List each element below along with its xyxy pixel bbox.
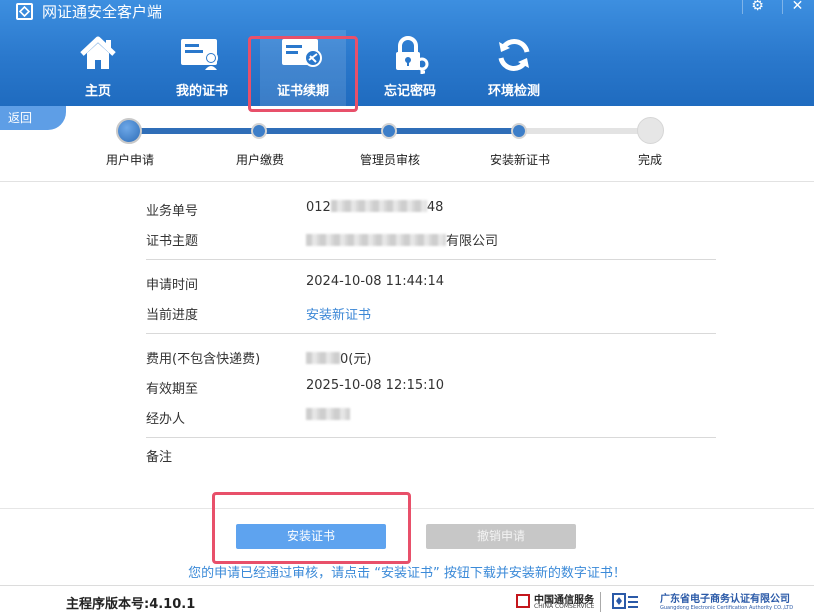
redacted-mask (306, 234, 446, 246)
handler-label: 经办人 (146, 412, 186, 427)
step-dot-pending (637, 117, 664, 144)
remark-label: 备注 (146, 450, 173, 465)
fee-label: 费用(不包含快递费) (146, 352, 261, 367)
nav-home[interactable]: 主页 (60, 30, 136, 106)
cancel-application-button: 撤销申请 (426, 524, 576, 549)
nav-my-certificates-label: 我的证书 (175, 84, 228, 99)
home-icon (79, 36, 117, 76)
lock-key-icon (390, 36, 430, 78)
details-divider (146, 333, 716, 334)
nav-home-label: 主页 (84, 84, 111, 99)
china-comservice-mark-icon (516, 594, 530, 608)
apply-time-value: 2024-10-08 11:44:14 (306, 274, 445, 289)
subject-label: 证书主题 (146, 234, 199, 249)
nav-my-certificates[interactable]: 我的证书 (164, 30, 240, 106)
handler-value (306, 408, 350, 423)
fee-value: 0(元) (306, 348, 371, 367)
step-label-payment: 用户缴费 (235, 153, 285, 167)
settings-icon[interactable]: ⚙ (742, 0, 772, 14)
step-label-done: 完成 (637, 153, 663, 167)
nav-forgot-password-label: 忘记密码 (383, 84, 436, 99)
step-label-apply: 用户申请 (105, 153, 155, 167)
progress-steps: 用户申请 用户缴费 管理员审核 安装新证书 完成 (0, 106, 814, 180)
step-dot (511, 123, 527, 139)
order-no-value: 012 48 (306, 200, 444, 215)
main-nav: 主页 我的证书 证书续期 忘记密码 环境检测 (0, 30, 814, 106)
app-title: 网证通安全客户端 (42, 3, 163, 21)
progress-track-completed (128, 128, 520, 134)
subject-value: 有限公司 (306, 230, 498, 249)
header-bar: 网证通安全客户端 ⚙ ✕ 主页 我的证书 证书续期 忘记密码 环境检测 (0, 0, 814, 106)
valid-until-label: 有效期至 (146, 382, 199, 397)
gd-ca-logo: 广东省电子商务认证有限公司 Guangdong Electronic Certi… (660, 594, 794, 611)
logo-divider (600, 592, 601, 612)
redacted-mask (306, 408, 350, 420)
nav-forgot-password[interactable]: 忘记密码 (372, 30, 448, 106)
progress-value: 安装新证书 (306, 308, 372, 323)
app-logo-icon (16, 3, 33, 20)
step-dot-current (116, 118, 142, 144)
redacted-mask (330, 200, 427, 212)
progress-label: 当前进度 (146, 308, 199, 323)
step-label-install: 安装新证书 (489, 153, 551, 167)
details-divider (146, 437, 716, 438)
valid-until-value: 2025-10-08 12:15:10 (306, 378, 445, 393)
step-label-review: 管理员审核 (359, 153, 421, 167)
redacted-mask (306, 352, 340, 364)
order-no-label: 业务单号 (146, 204, 199, 219)
close-icon[interactable]: ✕ (782, 0, 812, 14)
approval-notice: 您的申请已经通过审核，请点击 “安装证书” 按钮下载并安装新的数字证书！ (188, 566, 626, 581)
nav-environment-check-label: 环境检测 (487, 84, 540, 99)
step-dot (251, 123, 267, 139)
install-highlight-frame (212, 492, 411, 564)
title-bar: 网证通安全客户端 ⚙ ✕ (0, 0, 814, 24)
version-text: 主程序版本号:4.10.1 (66, 597, 196, 612)
apply-time-label: 申请时间 (146, 278, 199, 293)
footer: 主程序版本号:4.10.1 中国通信服务 CHINA COMSERVICE 广东… (0, 585, 814, 616)
nav-environment-check[interactable]: 环境检测 (476, 30, 552, 106)
renewal-highlight-frame (248, 36, 358, 112)
step-dot (381, 123, 397, 139)
application-details: 业务单号 012 48 证书主题 有限公司 申请时间 2024-10-08 11:… (0, 182, 814, 502)
details-divider (146, 259, 716, 260)
back-button[interactable]: 返回 (0, 106, 66, 130)
refresh-icon (495, 36, 533, 78)
netca-logo-icon (612, 592, 640, 612)
certificate-card-icon (179, 36, 225, 76)
